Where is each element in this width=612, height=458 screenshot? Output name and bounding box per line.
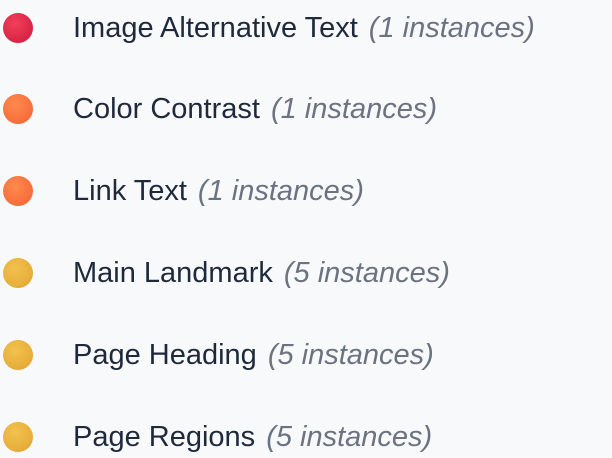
issue-label: Color Contrast (1 instances)	[73, 89, 437, 129]
issue-title: Image Alternative Text	[73, 12, 358, 44]
issue-title: Page Regions	[73, 421, 256, 453]
instance-count: (1 instances)	[368, 12, 535, 44]
instance-count: (5 instances)	[266, 421, 433, 453]
issue-title: Page Heading	[73, 339, 257, 371]
issue-title: Color Contrast	[73, 93, 260, 125]
severity-dot-icon	[3, 422, 33, 452]
instance-count: (5 instances)	[267, 339, 434, 371]
issue-label: Page Regions (5 instances)	[73, 417, 432, 457]
severity-dot-icon	[3, 340, 33, 370]
issue-title: Link Text	[73, 175, 187, 207]
issue-label: Main Landmark (5 instances)	[73, 253, 450, 293]
issue-label: Link Text (1 instances)	[73, 171, 364, 211]
instance-count: (1 instances)	[197, 175, 364, 207]
severity-dot-icon	[3, 13, 33, 43]
severity-dot-icon	[3, 176, 33, 206]
issue-label: Page Heading (5 instances)	[73, 335, 434, 375]
severity-dot-icon	[3, 258, 33, 288]
issue-title: Main Landmark	[73, 257, 273, 289]
instance-count: (5 instances)	[283, 257, 450, 289]
severity-dot-icon	[3, 94, 33, 124]
issue-list: Image Alternative Text (1 instances) Colo…	[0, 0, 612, 458]
instance-count: (1 instances)	[270, 93, 437, 125]
issue-label: Image Alternative Text (1 instances)	[73, 8, 535, 48]
